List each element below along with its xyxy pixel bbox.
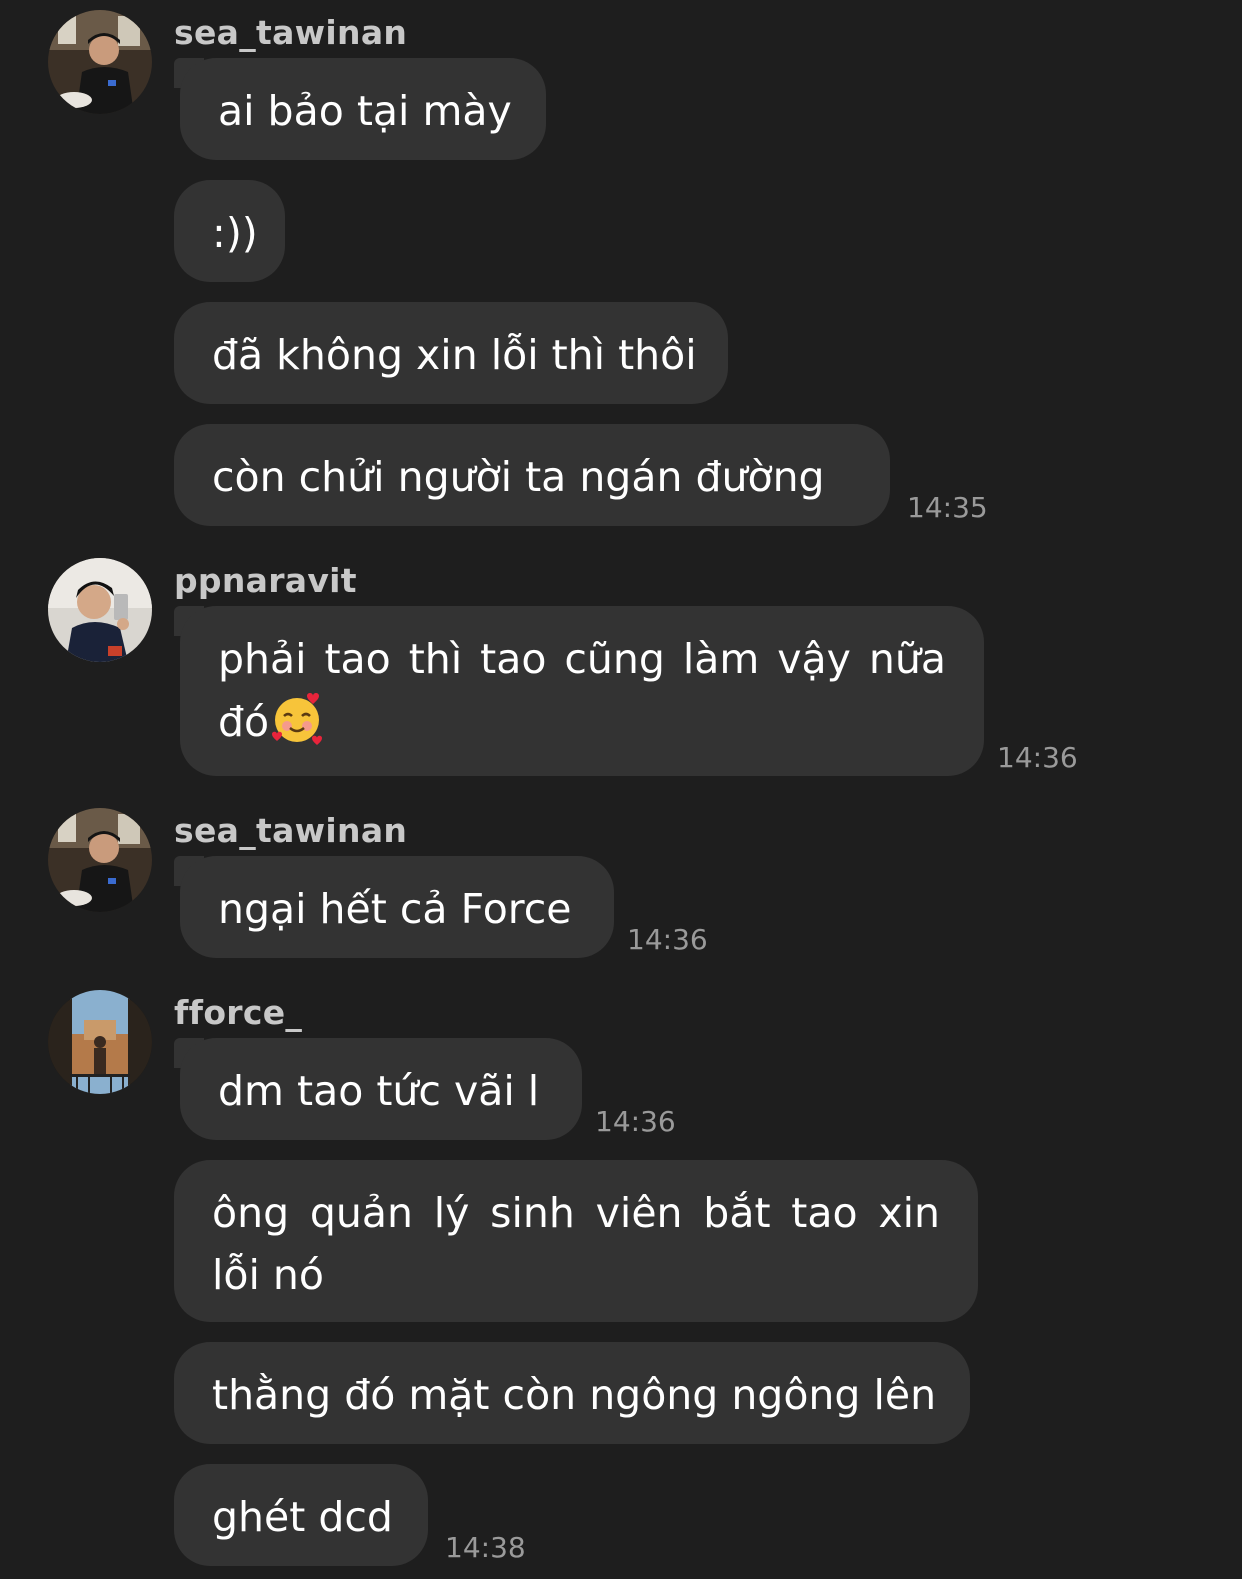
message-bubble[interactable]: dm tao tức vãi l xyxy=(174,1038,582,1140)
message-timestamp: 14:36 xyxy=(595,1105,676,1138)
message-bubble[interactable]: ai bảo tại mày xyxy=(174,58,546,160)
message-bubble[interactable]: ngại hết cả Force xyxy=(174,856,614,958)
message-text: đã không xin lỗi thì thôi xyxy=(212,331,697,379)
message-bubble[interactable]: ông quản lý sinh viên bắt tao xin lỗi nó xyxy=(174,1160,978,1322)
username-sea-tawinan[interactable]: sea_tawinan xyxy=(174,12,407,54)
avatar-sea-tawinan[interactable] xyxy=(48,808,152,912)
username-ppnaravit[interactable]: ppnaravit xyxy=(174,560,357,602)
bubble-tail xyxy=(174,1038,204,1068)
message-timestamp: 14:35 xyxy=(907,491,988,524)
message-timestamp: 14:36 xyxy=(997,741,1078,774)
smiling-face-with-hearts-icon xyxy=(269,690,325,746)
avatar-ppnaravit[interactable] xyxy=(48,558,152,662)
message-text: phải tao thì tao cũng làm vậy nữa đó xyxy=(218,635,946,746)
user-avatar-photo-icon xyxy=(48,808,152,912)
message-text: ông quản lý sinh viên bắt tao xin lỗi nó xyxy=(212,1189,940,1299)
user-avatar-photo-icon xyxy=(48,558,152,662)
message-bubble[interactable]: thằng đó mặt còn ngông ngông lên xyxy=(174,1342,970,1444)
message-text: thằng đó mặt còn ngông ngông lên xyxy=(212,1371,937,1419)
message-text: ngại hết cả Force xyxy=(218,885,572,933)
message-timestamp: 14:38 xyxy=(445,1531,526,1564)
user-avatar-photo-icon xyxy=(48,10,152,114)
bubble-tail xyxy=(174,856,204,886)
avatar-fforce[interactable] xyxy=(48,990,152,1094)
avatar-sea-tawinan[interactable] xyxy=(48,10,152,114)
message-bubble[interactable]: ghét dcd xyxy=(174,1464,428,1566)
user-avatar-photo-icon xyxy=(48,990,152,1094)
message-text: ghét dcd xyxy=(212,1493,393,1541)
bubble-tail xyxy=(174,606,204,636)
message-timestamp: 14:36 xyxy=(627,923,708,956)
message-bubble[interactable]: còn chửi người ta ngán đường xyxy=(174,424,890,526)
message-text: ai bảo tại mày xyxy=(218,87,512,135)
message-text: dm tao tức vãi l xyxy=(218,1067,540,1115)
bubble-tail xyxy=(174,58,204,88)
username-fforce[interactable]: fforce_ xyxy=(174,992,302,1034)
message-bubble[interactable]: :)) xyxy=(174,180,285,282)
message-text: còn chửi người ta ngán đường xyxy=(212,453,825,501)
message-text: :)) xyxy=(212,209,258,257)
username-sea-tawinan[interactable]: sea_tawinan xyxy=(174,810,407,852)
message-bubble[interactable]: phải tao thì tao cũng làm vậy nữa đó xyxy=(174,606,984,776)
message-bubble[interactable]: đã không xin lỗi thì thôi xyxy=(174,302,728,404)
